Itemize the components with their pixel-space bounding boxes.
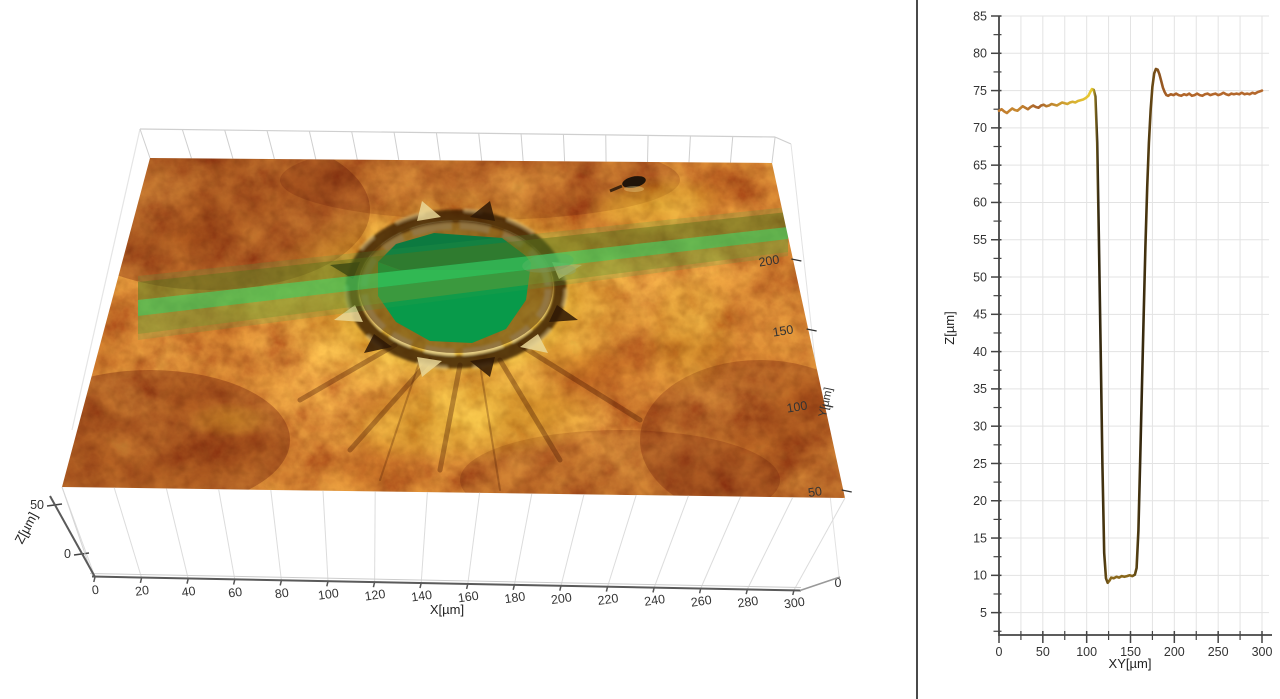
- profile-x-axis-title: XY[µm]: [1109, 656, 1152, 671]
- profile-y-tick-label: 20: [973, 494, 987, 508]
- y-tick-label-3d: 50: [807, 484, 823, 500]
- x-tick-label-3d: 120: [364, 587, 387, 604]
- surface-3d-canvas[interactable]: 0 20 40 60 80 100 120 140 160 180 200 220 240 260 280 3…: [0, 0, 916, 699]
- profile-y-tick-label: 75: [973, 84, 987, 98]
- profile-x-tick-label: 0: [996, 645, 1003, 659]
- x-tick-label-3d: 220: [597, 591, 620, 608]
- x-tick-label-3d: 280: [737, 594, 760, 611]
- surface-3d-panel[interactable]: 0 20 40 60 80 100 120 140 160 180 200 220 240 260 280 3…: [0, 0, 916, 699]
- profile-y-tick-label: 80: [973, 47, 987, 61]
- z-axis-title-3d: Z[µm]: [12, 510, 41, 547]
- profile-y-tick-label: 85: [973, 9, 987, 23]
- profile-y-tick-label: 25: [973, 457, 987, 471]
- profile-gridlines: [998, 15, 1269, 635]
- profile-y-tick-label: 50: [973, 270, 987, 284]
- profile-y-tick-label: 15: [973, 531, 987, 545]
- profile-y-tick-label: 5: [980, 606, 987, 620]
- profile-x-tick-label: 200: [1164, 645, 1185, 659]
- profile-x-tick-label: 50: [1036, 645, 1050, 659]
- profile-y-tick-label: 45: [973, 308, 987, 322]
- profile-y-tick-label: 65: [973, 158, 987, 172]
- profile-y-tick-label: 40: [973, 345, 987, 359]
- z-axis-line: [49, 495, 96, 578]
- profile-chart-canvas[interactable]: 5101520253035404550556065707580850 50 100 1…: [918, 0, 1280, 699]
- x-tick-label-3d: 260: [690, 593, 713, 610]
- profile-x-tick-label: 250: [1208, 645, 1229, 659]
- profile-y-tick-label: 60: [973, 196, 987, 210]
- x-tick-label-3d: 60: [227, 585, 243, 601]
- x-tick-label-3d: 20: [134, 583, 150, 599]
- x-tick-label-3d: 100: [317, 586, 340, 603]
- profile-y-tick-label: 35: [973, 382, 987, 396]
- profile-y-tick-label: 70: [973, 121, 987, 135]
- x-tick-label-3d: 40: [181, 584, 197, 600]
- x-tick-label-3d: 200: [550, 590, 573, 607]
- profile-y-tick-label: 10: [973, 569, 987, 583]
- microscopy-analysis-window: 0 20 40 60 80 100 120 140 160 180 200 220 240 260 280 3…: [0, 0, 1280, 699]
- profile-y-tick-label: 55: [973, 233, 987, 247]
- profile-y-axis-title: Z[µm]: [942, 311, 957, 344]
- profile-axes-and-ticks: 5101520253035404550556065707580850 50 100 1…: [973, 9, 1272, 659]
- profile-y-tick-label: 30: [973, 419, 987, 433]
- axis-lines: [49, 486, 841, 592]
- x-tick-label-3d: 240: [643, 592, 666, 609]
- z-tick-label-3d: 0: [64, 547, 71, 561]
- z-tick-label-3d: 50: [30, 498, 44, 512]
- topography-surface[interactable]: [10, 120, 880, 530]
- x-axis-title-3d: X[µm]: [430, 602, 464, 617]
- x-tick-label-3d: 180: [504, 589, 527, 606]
- profile-chart-panel[interactable]: 5 10 15 20 25 30 35 40 45 50 55 60 65 70 75 80 85 0 50 100 1…: [918, 0, 1280, 699]
- profile-x-tick-label: 100: [1076, 645, 1097, 659]
- x-tick-label-3d: 300: [783, 595, 806, 612]
- x-tick-label-3d: 80: [274, 586, 290, 602]
- x-tick-label-3d: 0: [91, 583, 100, 598]
- profile-x-tick-label: 300: [1252, 645, 1273, 659]
